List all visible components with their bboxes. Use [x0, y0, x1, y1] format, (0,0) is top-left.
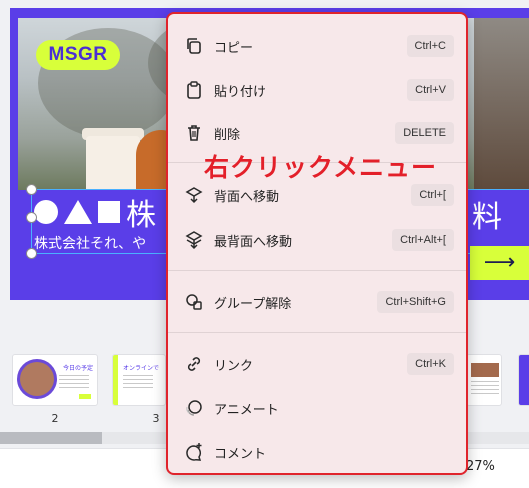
menu-shortcut: Ctrl+V: [407, 79, 454, 101]
menu-item-delete[interactable]: 削除 DELETE: [168, 113, 466, 153]
context-menu: コピー Ctrl+C 貼り付け Ctrl+V 削除 DELETE 右クリックメニ…: [166, 12, 468, 475]
thumbnail-page-next[interactable]: [466, 354, 502, 406]
resize-handle-top-left[interactable]: [26, 184, 37, 195]
coffee-cup: [86, 136, 140, 190]
comment-add-icon: [184, 442, 204, 462]
menu-label: グループ解除: [214, 297, 292, 312]
clipboard-icon: [184, 80, 204, 100]
photo-right-edge: [474, 18, 529, 190]
menu-item-ungroup[interactable]: グループ解除 Ctrl+Shift+G: [168, 282, 466, 322]
resize-handle-mid-left[interactable]: [26, 212, 37, 223]
brand-logo[interactable]: MSGR: [36, 40, 120, 70]
menu-shortcut: Ctrl+Alt+[: [392, 229, 454, 251]
animate-icon: [184, 398, 204, 418]
menu-label: アニメート: [214, 403, 279, 418]
menu-item-send-backward[interactable]: 背面へ移動 Ctrl+[: [168, 175, 466, 215]
ungroup-icon: [184, 292, 204, 312]
menu-item-send-to-back[interactable]: 最背面へ移動 Ctrl+Alt+[: [168, 220, 466, 260]
thumbnail-page-last[interactable]: [518, 354, 529, 406]
menu-item-animate[interactable]: アニメート: [168, 388, 466, 428]
menu-label: リンク: [214, 359, 254, 374]
send-backward-icon: [184, 185, 204, 205]
trash-icon: [184, 123, 204, 143]
menu-shortcut: DELETE: [395, 122, 454, 144]
resize-handle-bottom-left[interactable]: [26, 248, 37, 259]
menu-divider: [168, 332, 466, 333]
menu-label: 削除: [214, 128, 241, 143]
editor-stage: MSGR 株 料 株式会社それ、や ⟶ 今日の予定 2 オンラインで 3 27%…: [0, 0, 529, 488]
menu-shortcut: Ctrl+[: [411, 184, 454, 206]
thumb-heading: 今日の予定: [63, 365, 94, 372]
menu-item-link[interactable]: リンク Ctrl+K: [168, 344, 466, 384]
thumbnail-page-3[interactable]: オンラインで: [112, 354, 166, 406]
menu-shortcut: Ctrl+C: [406, 35, 454, 57]
menu-item-paste[interactable]: 貼り付け Ctrl+V: [168, 70, 466, 110]
menu-label: コメント: [214, 447, 267, 462]
menu-label: コピー: [214, 41, 254, 56]
thumb-photo: [17, 359, 57, 399]
copy-icon: [184, 36, 204, 56]
thumbnail-page-2[interactable]: 今日の予定: [12, 354, 98, 406]
menu-shortcut: Ctrl+K: [407, 353, 454, 375]
menu-label: 背面へ移動: [214, 190, 280, 205]
scrollbar-thumb[interactable]: [0, 432, 102, 444]
menu-shortcut: Ctrl+Shift+G: [377, 291, 454, 313]
thumbnail-number-2: 2: [51, 412, 59, 425]
menu-label: 最背面へ移動: [214, 235, 293, 250]
link-icon: [184, 354, 204, 374]
next-arrow-button[interactable]: ⟶: [470, 246, 529, 280]
menu-label: 貼り付け: [214, 85, 267, 100]
thumbnail-number-3: 3: [152, 412, 160, 425]
menu-divider: [168, 270, 466, 271]
send-to-back-icon: [184, 230, 204, 250]
menu-item-copy[interactable]: コピー Ctrl+C: [168, 26, 466, 66]
thumb-heading: オンラインで: [123, 365, 160, 372]
zoom-level[interactable]: 27%: [466, 459, 495, 474]
menu-item-comment[interactable]: コメント: [168, 432, 466, 472]
